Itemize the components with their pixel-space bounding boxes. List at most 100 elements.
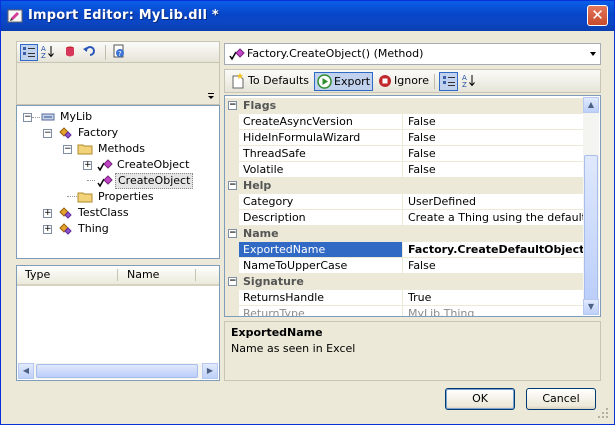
category-signature[interactable]: − Signature bbox=[225, 274, 583, 290]
grid-vertical-scrollbar[interactable]: ▲ ▼ bbox=[583, 97, 599, 315]
category-label: Signature bbox=[243, 275, 304, 288]
column-header-type[interactable]: Type bbox=[25, 268, 50, 281]
member-selector-combo[interactable]: Factory.CreateObject() (Method) bbox=[224, 43, 601, 65]
expander-icon[interactable]: + bbox=[43, 225, 52, 234]
property-value[interactable]: Factory.CreateDefaultObject bbox=[404, 242, 583, 257]
expander-icon[interactable]: + bbox=[83, 161, 92, 170]
export-button[interactable]: Export bbox=[314, 72, 373, 91]
scroll-right-button[interactable]: ▶ bbox=[202, 363, 218, 379]
collapse-icon[interactable]: − bbox=[228, 277, 237, 286]
tree-node-factory[interactable]: − Factory bbox=[43, 125, 213, 141]
left-pane: A Z ? − MyLib − Factory − Methods + Crea… bbox=[16, 41, 220, 381]
alphabetical-sort-button[interactable]: A Z bbox=[460, 72, 479, 91]
property-row[interactable]: ReturnsHandle True bbox=[225, 290, 583, 306]
ignore-button[interactable]: Ignore bbox=[376, 72, 434, 91]
description-title: ExportedName bbox=[231, 326, 323, 339]
cancel-button[interactable]: Cancel bbox=[526, 388, 596, 410]
property-row[interactable]: HideInFormulaWizard False bbox=[225, 130, 583, 146]
scroll-left-button[interactable]: ◀ bbox=[18, 363, 34, 379]
property-value[interactable]: UserDefined bbox=[404, 194, 583, 209]
expander-icon[interactable]: − bbox=[43, 129, 52, 138]
tree-node-createobject[interactable]: + CreateObject bbox=[83, 157, 213, 173]
property-row[interactable]: NameToUpperCase False bbox=[225, 258, 583, 274]
scroll-down-button[interactable]: ▼ bbox=[583, 299, 599, 315]
category-help[interactable]: − Help bbox=[225, 178, 583, 194]
play-icon bbox=[317, 74, 332, 89]
property-row[interactable]: Category UserDefined bbox=[225, 194, 583, 210]
property-value[interactable]: False bbox=[404, 258, 583, 273]
window-title: Import Editor: MyLib.dll * bbox=[28, 8, 219, 23]
property-value[interactable]: False bbox=[404, 130, 583, 145]
alphabetical-sort-button[interactable]: A Z bbox=[40, 44, 58, 61]
property-value[interactable]: False bbox=[404, 146, 583, 161]
property-row[interactable]: CreateAsyncVersion False bbox=[225, 114, 583, 130]
expander-icon[interactable]: + bbox=[43, 209, 52, 218]
collapse-icon[interactable]: − bbox=[228, 229, 237, 238]
tree-node-thing[interactable]: + Thing bbox=[43, 221, 213, 237]
chevron-down-icon[interactable] bbox=[207, 92, 215, 100]
expander-icon[interactable]: − bbox=[63, 145, 72, 154]
list-horizontal-scrollbar[interactable]: ◀ ▶ bbox=[18, 363, 218, 379]
scroll-thumb[interactable] bbox=[36, 364, 198, 378]
class-icon bbox=[59, 207, 72, 219]
tree-node-createobject-selected[interactable]: CreateObject bbox=[83, 173, 213, 189]
property-row[interactable]: ThreadSafe False bbox=[225, 146, 583, 162]
category-label: Flags bbox=[243, 99, 277, 112]
members-list[interactable]: Type Name ◀ ▶ bbox=[16, 265, 220, 381]
property-row[interactable]: Volatile False bbox=[225, 162, 583, 178]
stop-icon bbox=[379, 75, 391, 87]
category-flags[interactable]: − Flags bbox=[225, 98, 583, 114]
categorized-view-button[interactable] bbox=[20, 44, 38, 61]
type-tree[interactable]: − MyLib − Factory − Methods + CreateObje… bbox=[16, 105, 220, 259]
property-value[interactable]: True bbox=[404, 290, 583, 305]
combo-value: Factory.CreateObject() (Method) bbox=[247, 47, 424, 60]
scroll-thumb[interactable] bbox=[584, 155, 598, 305]
delete-button[interactable] bbox=[62, 44, 80, 61]
category-label: Name bbox=[243, 227, 279, 240]
scroll-up-button[interactable]: ▲ bbox=[583, 97, 599, 113]
title-bar[interactable]: Import Editor: MyLib.dll * ✕ bbox=[1, 1, 614, 31]
column-header-name[interactable]: Name bbox=[127, 268, 159, 281]
to-defaults-button[interactable]: To Defaults bbox=[229, 72, 309, 91]
description-panel: ExportedName Name as seen in Excel bbox=[224, 321, 601, 381]
categorized-view-button[interactable] bbox=[439, 72, 458, 91]
property-value[interactable]: Create a Thing using the default key. bbox=[404, 210, 583, 225]
property-value[interactable]: False bbox=[404, 162, 583, 177]
tree-node-properties[interactable]: Properties bbox=[63, 189, 213, 205]
property-name: Category bbox=[239, 194, 403, 209]
property-value[interactable]: False bbox=[404, 114, 583, 129]
undo-button[interactable] bbox=[82, 44, 100, 61]
class-icon bbox=[59, 127, 72, 139]
resize-grip-icon[interactable] bbox=[597, 407, 609, 419]
svg-text:?: ? bbox=[118, 50, 122, 58]
property-row[interactable]: ReturnType MyLib.Thing bbox=[225, 306, 583, 316]
property-row[interactable]: Description Create a Thing using the def… bbox=[225, 210, 583, 226]
collapse-icon[interactable]: − bbox=[228, 101, 237, 110]
chevron-down-icon[interactable] bbox=[590, 52, 596, 56]
property-name: Volatile bbox=[239, 162, 403, 177]
tree-node-testclass[interactable]: + TestClass bbox=[43, 205, 213, 221]
property-name: HideInFormulaWizard bbox=[239, 130, 403, 145]
ok-button[interactable]: OK bbox=[445, 388, 515, 410]
tree-node-methods[interactable]: − Methods bbox=[63, 141, 213, 157]
help-button[interactable]: ? bbox=[111, 44, 129, 61]
tree-node-label: Thing bbox=[78, 222, 109, 235]
property-row-selected[interactable]: ExportedName Factory.CreateDefaultObject bbox=[225, 242, 583, 258]
tree-node-label: TestClass bbox=[78, 206, 129, 219]
property-name: Description bbox=[239, 210, 403, 225]
tree-node-label: MyLib bbox=[60, 110, 93, 123]
tree-node-mylib[interactable]: − MyLib bbox=[23, 109, 213, 125]
property-name: ThreadSafe bbox=[239, 146, 403, 161]
property-grid[interactable]: − Flags CreateAsyncVersion False HideInF… bbox=[224, 95, 601, 317]
svg-text:Z: Z bbox=[41, 52, 46, 59]
export-label: Export bbox=[334, 75, 371, 88]
property-name: ReturnType bbox=[239, 306, 403, 316]
undo-icon bbox=[83, 46, 95, 56]
new-document-icon bbox=[232, 73, 244, 89]
expander-icon[interactable]: − bbox=[23, 113, 32, 122]
property-value[interactable]: MyLib.Thing bbox=[404, 306, 583, 316]
category-name[interactable]: − Name bbox=[225, 226, 583, 242]
collapse-icon[interactable]: − bbox=[228, 181, 237, 190]
tree-node-label: Properties bbox=[98, 190, 154, 203]
close-button[interactable]: ✕ bbox=[587, 5, 608, 26]
